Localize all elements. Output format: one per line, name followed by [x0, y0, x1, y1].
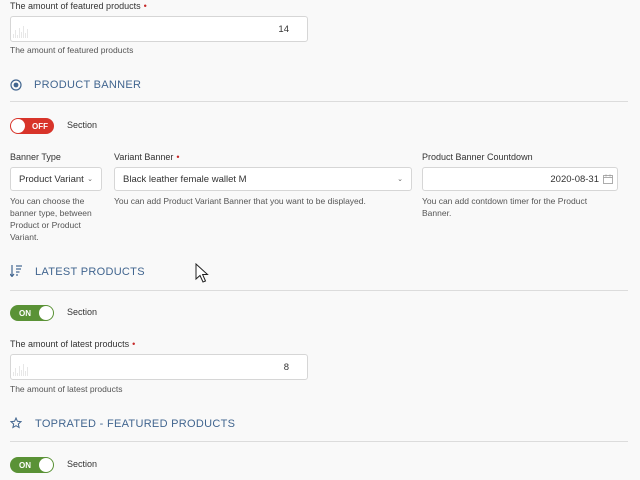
- toprated-toggle-label: Section: [67, 459, 98, 469]
- chevron-down-icon: ⌄: [87, 176, 93, 183]
- input-texture: [13, 22, 43, 38]
- featured-amount-label: The amount of featured products •: [10, 1, 147, 11]
- toprated-title: TOPRATED - FEATURED PRODUCTS: [35, 418, 236, 430]
- latest-amount-label: The amount of latest products •: [10, 339, 135, 349]
- variant-banner-select[interactable]: Black leather female wallet M ⌄: [114, 167, 412, 191]
- banner-type-help: You can choose the banner type, between …: [10, 196, 92, 242]
- featured-amount-label-text: The amount of featured products: [10, 1, 141, 11]
- product-banner-toggle[interactable]: OFF: [10, 118, 54, 134]
- toggle-state-text: ON: [19, 460, 31, 470]
- toggle-state-text: OFF: [32, 121, 48, 131]
- variant-banner-value: Black leather female wallet M: [123, 173, 247, 185]
- latest-amount-help: The amount of latest products: [10, 384, 123, 394]
- countdown-help: You can add contdown timer for the Produ…: [422, 196, 588, 218]
- banner-type-value: Product Variant: [19, 173, 84, 185]
- latest-products-title: LATEST PRODUCTS: [35, 266, 145, 278]
- required-marker: •: [143, 1, 147, 11]
- required-marker: •: [176, 152, 180, 162]
- calendar-icon[interactable]: [603, 174, 613, 184]
- toggle-knob: [11, 119, 25, 133]
- toggle-knob: [39, 458, 53, 472]
- latest-amount-value: 8: [283, 361, 289, 373]
- input-texture: [13, 360, 43, 376]
- featured-amount-input[interactable]: 14: [10, 16, 308, 42]
- product-banner-title: PRODUCT BANNER: [34, 79, 142, 91]
- toggle-knob: [39, 306, 53, 320]
- sort-descending-icon: [10, 265, 23, 277]
- banner-type-label: Banner Type: [10, 152, 61, 162]
- required-marker: •: [132, 339, 136, 349]
- countdown-value: 2020-08-31: [550, 173, 599, 185]
- toggle-state-text: ON: [19, 308, 31, 318]
- section-divider: [10, 441, 628, 442]
- countdown-label: Product Banner Countdown: [422, 152, 533, 162]
- chevron-down-icon: ⌄: [397, 176, 403, 183]
- latest-products-toggle-label: Section: [67, 307, 98, 317]
- star-outline-icon: [10, 417, 22, 429]
- product-banner-toggle-label: Section: [67, 120, 98, 130]
- latest-products-toggle[interactable]: ON: [10, 305, 54, 321]
- variant-banner-help: You can add Product Variant Banner that …: [114, 196, 366, 206]
- variant-banner-label-text: Variant Banner: [114, 152, 174, 162]
- featured-amount-help: The amount of featured products: [10, 45, 134, 55]
- countdown-date-input[interactable]: 2020-08-31: [422, 167, 618, 191]
- section-divider: [10, 290, 628, 291]
- featured-amount-value: 14: [278, 23, 289, 35]
- toprated-toggle[interactable]: ON: [10, 457, 54, 473]
- section-divider: [10, 101, 628, 102]
- variant-banner-label: Variant Banner •: [114, 152, 180, 162]
- mouse-cursor-icon: [195, 263, 209, 283]
- banner-type-select[interactable]: Product Variant ⌄: [10, 167, 102, 191]
- radio-target-icon: [10, 79, 22, 91]
- latest-amount-input[interactable]: 8: [10, 354, 308, 380]
- latest-amount-label-text: The amount of latest products: [10, 339, 130, 349]
